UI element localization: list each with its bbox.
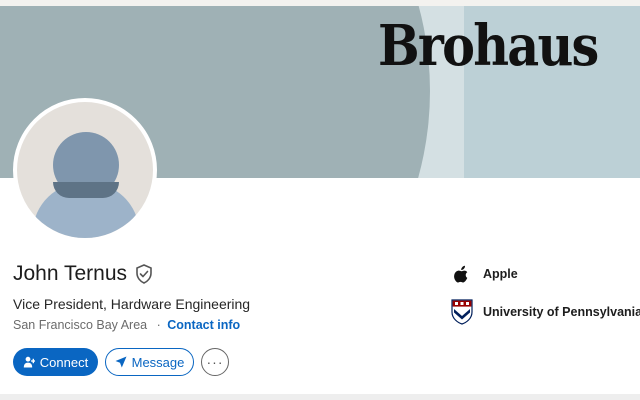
message-label: Message xyxy=(131,354,185,370)
organizations-list: Apple University of Pennsylvania xyxy=(450,262,640,338)
connect-button[interactable]: Connect xyxy=(13,348,98,376)
add-person-icon xyxy=(23,356,36,368)
profile-actions: Connect Message ··· xyxy=(13,348,229,376)
profile-location: San Francisco Bay Area xyxy=(13,318,148,332)
contact-info-link[interactable]: Contact info xyxy=(167,318,240,332)
org-item-upenn[interactable]: University of Pennsylvania xyxy=(450,299,640,325)
penn-shield-icon xyxy=(450,299,474,325)
avatar-neck-shadow xyxy=(53,182,119,198)
profile-name-row: John Ternus xyxy=(13,262,153,286)
org-name-apple: Apple xyxy=(483,267,518,281)
send-icon xyxy=(115,356,127,368)
banner-brand-logo: Brohaus xyxy=(378,13,599,79)
org-item-apple[interactable]: Apple xyxy=(450,262,640,286)
profile-headline: Vice President, Hardware Engineering xyxy=(13,296,251,312)
org-name-upenn: University of Pennsylvania xyxy=(483,305,640,319)
connect-label: Connect xyxy=(39,354,89,370)
profile-name: John Ternus xyxy=(13,262,128,285)
verified-shield-icon[interactable] xyxy=(135,264,153,284)
location-separator: · xyxy=(156,318,161,332)
apple-logo-icon xyxy=(450,262,474,286)
more-options-button[interactable]: ··· xyxy=(201,348,229,376)
profile-card: Brohaus John Ternus Vice President, Hard… xyxy=(0,6,640,394)
profile-location-row: San Francisco Bay Area · Contact info xyxy=(13,318,240,332)
page-bottom-edge xyxy=(0,394,640,400)
message-button[interactable]: Message xyxy=(105,348,194,376)
profile-avatar[interactable] xyxy=(13,98,157,242)
more-options-icon: ··· xyxy=(206,354,224,370)
